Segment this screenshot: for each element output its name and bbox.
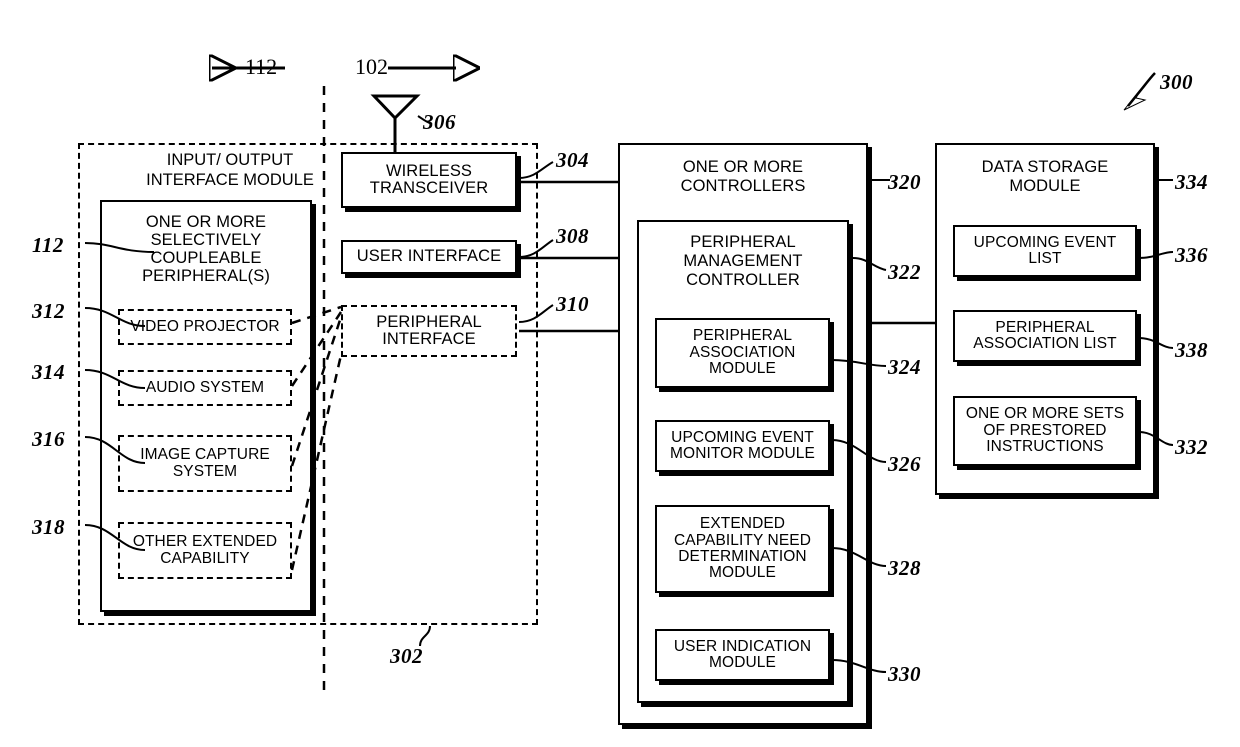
pmc-title-line1: PERIPHERAL [690,233,796,251]
user-indication-module-label: USER INDICATION MODULE [673,637,812,671]
ref-326: 326 [888,452,921,476]
peripheral-association-module-box[interactable]: PERIPHERAL ASSOCIATION MODULE [655,318,830,388]
ref-334: 334 [1175,170,1208,194]
peripheral-other-extended-capability[interactable]: OTHER EXTENDED CAPABILITY [118,522,292,579]
prestored-instructions-box[interactable]: ONE OR MORE SETS OF PRESTORED INSTRUCTIO… [953,396,1137,466]
peripheral-other-extended-capability-label: OTHER EXTENDED CAPABILITY [132,533,278,567]
peripheral-video-projector[interactable]: VIDEO PROJECTOR [118,309,292,345]
upcoming-event-monitor-module-label: UPCOMING EVENT MONITOR MODULE [670,428,815,462]
caption-112: 112 [245,54,278,79]
controllers-title-line2: CONTROLLERS [680,177,806,195]
user-indication-module-box[interactable]: USER INDICATION MODULE [655,629,830,681]
peripherals-title-line2: SELECTIVELY [150,231,262,249]
data-storage-title-line1: DATA STORAGE [981,158,1109,176]
ref-320: 320 [888,170,921,194]
user-interface-box[interactable]: USER INTERFACE [341,240,517,274]
data-storage-title-line2: MODULE [1009,177,1081,195]
peripheral-image-capture-system[interactable]: IMAGE CAPTURE SYSTEM [118,435,292,492]
ref-312: 312 [32,299,65,323]
peripheral-association-list-label: PERIPHERAL ASSOCIATION LIST [973,318,1117,352]
peripheral-association-module-label: PERIPHERAL ASSOCIATION MODULE [689,327,796,378]
prestored-instructions-label: ONE OR MORE SETS OF PRESTORED INSTRUCTIO… [965,405,1125,456]
peripheral-interface-label: PERIPHERAL INTERFACE [376,312,482,348]
ref-330: 330 [888,662,921,686]
upcoming-event-list-label: UPCOMING EVENT LIST [973,233,1117,267]
extended-capability-need-determination-module-label: EXTENDED CAPABILITY NEED DETERMINATION M… [673,515,812,582]
ref-336: 336 [1175,243,1208,267]
io-interface-module-title-line2: INTERFACE MODULE [146,171,314,189]
user-interface-label: USER INTERFACE [356,247,502,266]
ref-304: 304 [556,148,589,172]
ref-310: 310 [556,292,589,316]
extended-capability-need-determination-module-box[interactable]: EXTENDED CAPABILITY NEED DETERMINATION M… [655,505,830,593]
peripheral-association-list-box[interactable]: PERIPHERAL ASSOCIATION LIST [953,310,1137,362]
ref-332: 332 [1175,435,1208,459]
ref-308: 308 [556,224,589,248]
peripherals-title-line4: PERIPHERAL(S) [142,267,270,285]
ref-300: 300 [1160,70,1193,94]
ref-314: 314 [32,360,65,384]
wireless-transceiver-box[interactable]: WIRELESS TRANSCEIVER [341,152,517,208]
wireless-transceiver-label: WIRELESS TRANSCEIVER [369,161,489,197]
caption-102: 102 [355,54,388,79]
pmc-title-line2: MANAGEMENT [683,252,803,270]
patent-figure-300: 112 102 INPUT/ OUTPUT INTERFACE MODULE O… [0,0,1240,747]
ref-300-leader [1127,72,1156,107]
antenna-icon [370,94,421,121]
ref-338: 338 [1175,338,1208,362]
ref-324: 324 [888,355,921,379]
peripheral-video-projector-label: VIDEO PROJECTOR [130,317,280,335]
ref-316: 316 [32,427,65,451]
ref-328: 328 [888,556,921,580]
ref-318: 318 [32,515,65,539]
upcoming-event-monitor-module-box[interactable]: UPCOMING EVENT MONITOR MODULE [655,420,830,472]
peripherals-title-line1: ONE OR MORE [145,213,267,231]
io-interface-module-title-line1: INPUT/ OUTPUT [166,151,294,169]
peripheral-audio-system-label: AUDIO SYSTEM [145,378,265,396]
ref-302-leader [419,625,431,647]
peripheral-image-capture-system-label: IMAGE CAPTURE SYSTEM [140,446,270,480]
peripherals-title-line3: COUPLEABLE [150,249,262,267]
upcoming-event-list-box[interactable]: UPCOMING EVENT LIST [953,225,1137,277]
ref-322: 322 [888,260,921,284]
peripheral-interface-box[interactable]: PERIPHERAL INTERFACE [341,305,517,357]
ref-112: 112 [32,233,64,257]
ref-306: 306 [423,110,456,134]
controllers-title-line1: ONE OR MORE [682,158,804,176]
peripheral-audio-system[interactable]: AUDIO SYSTEM [118,370,292,406]
pmc-title-line3: CONTROLLER [686,271,800,289]
ref-302: 302 [390,644,423,668]
ref-300-arrowhead [1123,89,1147,111]
